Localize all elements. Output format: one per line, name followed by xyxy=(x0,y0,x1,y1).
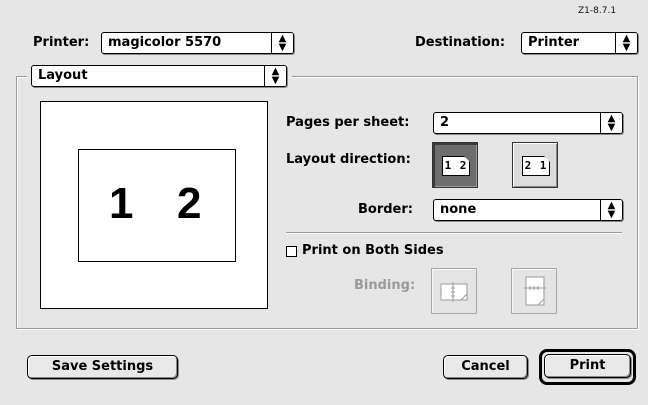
layout-direction-right-to-left-button[interactable]: 2 1 xyxy=(512,142,558,188)
print-button-default-ring: Print xyxy=(539,349,636,385)
long-edge-binding-icon xyxy=(440,282,468,302)
pages-per-sheet-popup[interactable]: 2 ▲ ▼ xyxy=(433,112,623,134)
left-to-right-layout-icon: 1 2 xyxy=(442,156,470,176)
popup-arrows-icon: ▲ ▼ xyxy=(600,200,622,220)
layout-direction-label: Layout direction: xyxy=(286,152,411,167)
panel-popup-value: Layout xyxy=(38,68,88,83)
version-label: Z1-8.7.1 xyxy=(578,6,617,16)
destination-popup-value: Printer xyxy=(528,35,580,50)
popup-arrows-icon: ▲ ▼ xyxy=(271,33,293,53)
duplex-checkbox[interactable] xyxy=(286,246,297,257)
section-divider xyxy=(286,232,622,234)
right-to-left-layout-icon: 2 1 xyxy=(522,156,550,176)
layout-direction-left-to-right-button[interactable]: 1 2 xyxy=(432,142,478,188)
binding-long-edge-button[interactable] xyxy=(431,268,477,314)
popup-arrows-icon: ▲ ▼ xyxy=(615,33,637,53)
save-settings-button[interactable]: Save Settings xyxy=(27,355,178,379)
panel-popup[interactable]: Layout ▲ ▼ xyxy=(31,65,287,87)
popup-arrows-icon: ▲ ▼ xyxy=(264,66,286,86)
printer-popup[interactable]: magicolor 5570 ▲ ▼ xyxy=(101,32,294,54)
pages-per-sheet-value: 2 xyxy=(440,115,450,130)
border-popup-value: none xyxy=(440,202,477,217)
border-label: Border: xyxy=(358,202,413,217)
preview-page-2: 2 xyxy=(177,179,202,228)
binding-label: Binding: xyxy=(354,278,416,293)
duplex-label[interactable]: Print on Both Sides xyxy=(302,243,444,258)
printer-popup-value: magicolor 5570 xyxy=(108,35,222,50)
pages-per-sheet-label: Pages per sheet: xyxy=(286,115,410,130)
border-popup[interactable]: none ▲ ▼ xyxy=(433,199,623,221)
destination-label: Destination: xyxy=(415,35,506,50)
layout-preview: 1 2 xyxy=(40,101,268,309)
destination-popup[interactable]: Printer ▲ ▼ xyxy=(521,32,638,54)
preview-page-1: 1 xyxy=(109,179,134,228)
cancel-button[interactable]: Cancel xyxy=(443,355,528,379)
short-edge-binding-icon xyxy=(524,276,546,306)
binding-short-edge-button[interactable] xyxy=(511,268,557,314)
preview-sheet: 1 2 xyxy=(78,149,236,262)
popup-arrows-icon: ▲ ▼ xyxy=(600,113,622,133)
printer-label: Printer: xyxy=(33,35,90,50)
print-button[interactable]: Print xyxy=(544,354,631,378)
